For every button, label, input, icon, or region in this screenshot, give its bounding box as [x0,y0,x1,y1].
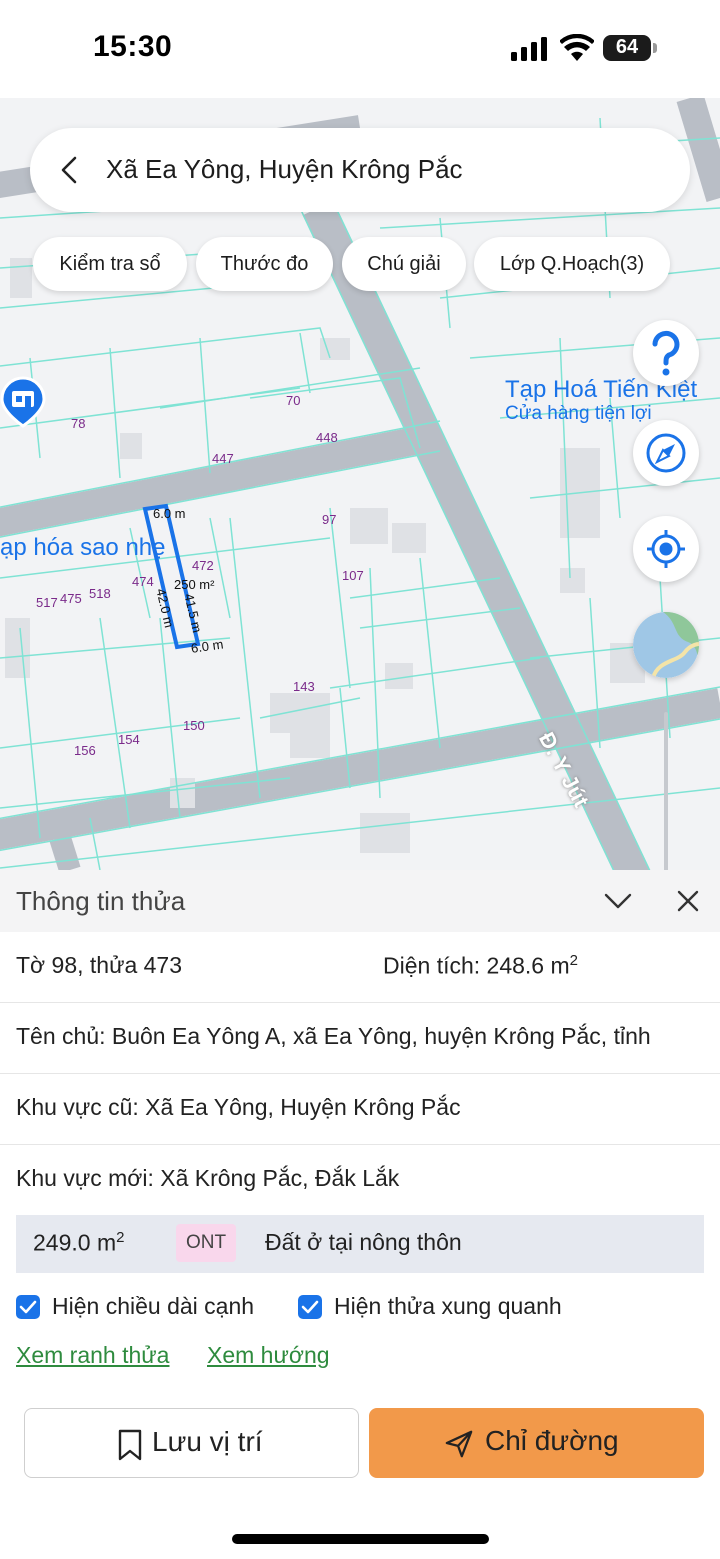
owner-text: Tên chủ: Buôn Ea Yông A, xã Ea Yông, huy… [16,1023,651,1049]
location-search-bar[interactable]: Xã Ea Yông, Huyện Krông Pắc [30,128,690,212]
land-use-area-value: 249.0 m [33,1229,117,1256]
parcel-number: 518 [89,586,111,601]
back-arrow-icon[interactable] [54,154,86,186]
parcel-number: 154 [118,732,140,747]
new-region-row: Khu vực mới: Xã Krông Pắc, Đắk Lắk [0,1145,720,1216]
parcel-area-label: 250 m² [174,577,215,592]
compass-button[interactable] [633,420,699,486]
save-location-label: Lưu vị trí [152,1426,263,1457]
question-mark-icon [652,330,680,376]
parcel-number: 156 [74,743,96,758]
poi-name[interactable]: ạp hóa sao nhẹ [0,534,165,562]
land-use-code-badge: ONT [176,1224,236,1262]
status-time: 15:30 [93,30,173,63]
my-location-button[interactable] [633,516,699,582]
cellular-signal-icon [511,37,547,61]
wifi-icon [560,34,594,61]
new-region-text: Khu vực mới: Xã Krông Pắc, Đắk Lắk [16,1165,400,1191]
parcel-number: 78 [71,416,86,431]
show-edge-length-checkbox[interactable]: Hiện chiều dài cạnh [16,1293,276,1325]
bookmark-icon [118,1429,142,1461]
chip-planning-layers[interactable]: Lớp Q.Hoạch(3) [474,237,670,291]
parcel-number: 472 [192,558,214,573]
checkbox-checked-icon[interactable] [298,1295,322,1319]
chip-check-title-deed[interactable]: Kiểm tra sổ [33,237,187,291]
store-pin-icon[interactable] [0,376,46,428]
parcel-number: 475 [60,591,82,606]
battery-icon: 64 [603,35,657,61]
parcel-number: 143 [293,679,315,694]
map-layer-button[interactable] [633,612,699,678]
battery-level: 64 [615,36,639,58]
old-region-row: Khu vực cũ: Xã Ea Yông, Huyện Krông Pắc [0,1074,720,1145]
parcel-number: 474 [132,574,154,589]
parcel-number: 150 [183,718,205,733]
compass-icon [646,433,686,473]
crosshair-icon [647,530,685,568]
save-location-button[interactable]: Lưu vị trí [24,1408,359,1478]
parcel-number: 70 [286,393,301,408]
cadastral-map[interactable]: 70 78 448 447 97 472 474 107 517 475 518… [0,98,720,870]
view-direction-link[interactable]: Xem hướng [207,1342,330,1369]
show-surrounding-parcels-checkbox[interactable]: Hiện thửa xung quanh [298,1293,598,1325]
checkbox-checked-icon[interactable] [16,1295,40,1319]
chip-legend[interactable]: Chú giải [342,237,466,291]
home-indicator[interactable] [232,1534,489,1544]
map-canvas [0,98,720,870]
close-icon[interactable] [673,886,703,916]
parcel-edge-label: 6.0 m [153,506,186,521]
map-scroll-indicator [664,712,668,872]
parcel-id-row: Tờ 98, thửa 473 Diện tích: 248.6 m2 [0,932,720,1003]
parcel-number: 447 [212,451,234,466]
sheet-parcel-id: Tờ 98, thửa 473 [16,952,183,978]
help-button[interactable] [633,320,699,386]
parcel-number: 97 [322,512,337,527]
chevron-down-icon[interactable] [603,886,633,916]
owner-row: Tên chủ: Buôn Ea Yông A, xã Ea Yông, huy… [0,1003,720,1074]
checkbox-label[interactable]: Hiện chiều dài cạnh [52,1293,254,1320]
status-bar: 15:30 64 [0,0,720,98]
parcel-area: Diện tích: 248.6 m2 [383,952,578,980]
send-arrow-icon [445,1430,473,1458]
poi-category: Cửa hàng tiện lợi [505,403,652,424]
directions-label: Chỉ đường [485,1425,619,1456]
satellite-layer-icon [633,612,699,678]
land-use-area: 249.0 m2 [33,1229,124,1257]
directions-button[interactable]: Chỉ đường [369,1408,704,1478]
chip-ruler[interactable]: Thước đo [196,237,333,291]
parcel-number: 107 [342,568,364,583]
land-use-type: Đất ở tại nông thôn [265,1229,462,1255]
sheet-title: Thông tin thửa [16,886,186,916]
land-use-box: 249.0 m2 ONT Đất ở tại nông thôn [16,1215,704,1273]
view-boundary-link[interactable]: Xem ranh thửa [16,1342,169,1369]
parcel-info-sheet: Thông tin thửa Tờ 98, thửa 473 Diện tích… [0,870,720,1559]
old-region-text: Khu vực cũ: Xã Ea Yông, Huyện Krông Pắc [16,1094,461,1120]
sheet-header: Thông tin thửa [0,870,720,932]
parcel-area-value: Diện tích: 248.6 m [383,952,570,979]
checkbox-label[interactable]: Hiện thửa xung quanh [334,1293,562,1320]
parcel-area-unit-sup: 2 [569,952,578,969]
land-use-area-unit-sup: 2 [116,1229,125,1246]
location-title: Xã Ea Yông, Huyện Krông Pắc [106,154,463,184]
parcel-number: 448 [316,430,338,445]
parcel-number: 517 [36,595,58,610]
